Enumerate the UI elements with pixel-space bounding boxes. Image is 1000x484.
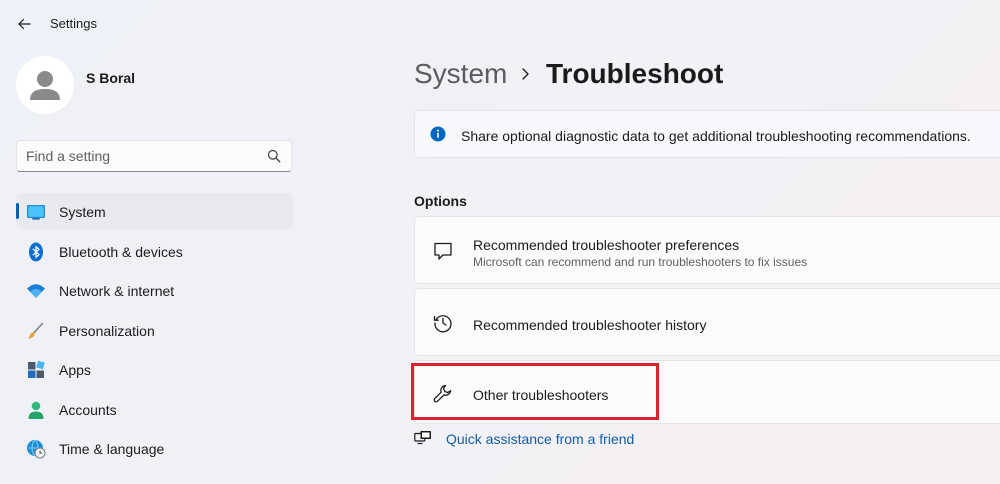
avatar[interactable] [16, 56, 74, 114]
search-input[interactable] [26, 141, 256, 171]
page-title: Troubleshoot [546, 58, 724, 89]
sidebar-item-label: Apps [59, 362, 91, 378]
sidebar-item-label: Personalization [59, 322, 155, 339]
app-title: Settings [50, 16, 97, 31]
highlight-box [411, 363, 659, 420]
search-box[interactable] [16, 140, 292, 172]
user-profile[interactable]: S Boral [16, 56, 316, 114]
recommended-troubleshooter-preferences-card[interactable]: Recommended troubleshooter preferences M… [414, 216, 1000, 284]
search-icon[interactable] [267, 149, 281, 163]
sidebar-item-apps[interactable]: Apps [16, 351, 293, 387]
sidebar-item-label: Accounts [59, 401, 117, 418]
person-icon [30, 71, 60, 100]
remote-assist-icon [414, 431, 431, 445]
history-icon [433, 315, 452, 333]
profile-name: S Boral [86, 70, 136, 86]
card-title: Recommended troubleshooter history [473, 317, 707, 333]
title-bar: Settings [0, 0, 1000, 48]
recommended-troubleshooter-history-card[interactable]: Recommended troubleshooter history [414, 288, 1000, 356]
wifi-icon [27, 284, 45, 298]
globe-clock-icon [27, 439, 46, 459]
chevron-right-icon [522, 68, 529, 80]
back-button[interactable] [12, 12, 36, 36]
sidebar-item-label: Bluetooth & devices [59, 243, 183, 260]
info-bar[interactable]: Share optional diagnostic data to get ad… [414, 110, 1000, 158]
chat-bubble-icon [434, 242, 452, 260]
apps-icon [28, 360, 45, 378]
card-subtitle: Microsoft can recommend and run troubles… [473, 255, 808, 269]
sidebar-item-system[interactable]: System [16, 193, 293, 229]
sidebar-item-label: Time & language [59, 441, 165, 457]
selection-indicator [16, 203, 19, 219]
quick-assistance-label: Quick assistance from a friend [446, 431, 635, 447]
sidebar-item-bluetooth-devices[interactable]: Bluetooth & devices [16, 233, 293, 269]
info-text: Share optional diagnostic data to get ad… [461, 128, 971, 144]
sidebar-item-network-internet[interactable]: Network & internet [16, 272, 293, 308]
sidebar-item-personalization[interactable]: Personalization [16, 312, 293, 348]
breadcrumb-parent[interactable]: System [414, 58, 507, 90]
options-heading: Options [414, 193, 467, 209]
sidebar-item-label: System [59, 204, 106, 220]
card-title: Recommended troubleshooter preferences [473, 237, 740, 253]
sidebar-item-accounts[interactable]: Accounts [16, 391, 293, 427]
brush-icon [28, 322, 44, 339]
sidebar-item-time-language[interactable]: Time & language [16, 430, 293, 466]
sidebar-nav: System Bluetooth & devices Network & int… [16, 193, 293, 470]
accounts-icon [28, 401, 44, 419]
bluetooth-icon [29, 242, 43, 261]
sidebar-item-label: Network & internet [59, 283, 175, 299]
system-display-icon [27, 205, 45, 220]
info-icon [430, 126, 446, 142]
back-arrow-icon [18, 18, 31, 30]
